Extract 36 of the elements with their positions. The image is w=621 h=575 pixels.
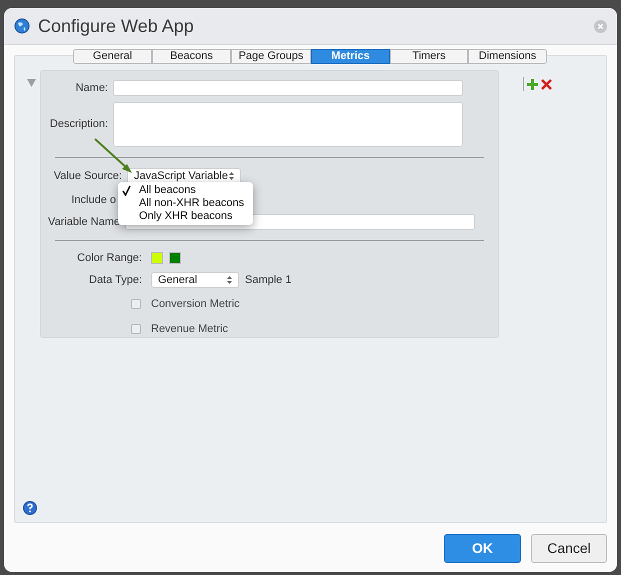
tab[interactable]: Beacons: [152, 49, 231, 64]
help-icon[interactable]: [23, 501, 37, 515]
menu-item[interactable]: All beacons: [118, 184, 253, 197]
color-swatch[interactable]: [151, 252, 163, 264]
field-label: Name:: [74, 81, 109, 96]
menu-item[interactable]: All non-XHR beacons: [118, 197, 253, 210]
add-icon[interactable]: [527, 78, 538, 90]
window-title: Configure Web App: [38, 14, 194, 38]
cancel-button[interactable]: Cancel: [531, 534, 607, 563]
delete-icon[interactable]: [541, 78, 552, 90]
checkbox[interactable]: [131, 298, 141, 309]
sample-label: Sample 1: [245, 273, 292, 288]
globe-icon: [14, 18, 30, 34]
field-label: Variable Name: [47, 215, 121, 230]
field-label: Include o: [70, 193, 117, 208]
tab[interactable]: Page Groups: [231, 49, 311, 64]
tab[interactable]: General: [73, 49, 152, 64]
checkbox-label: Revenue Metric: [151, 322, 228, 337]
field-label: Color Range:: [76, 252, 143, 264]
field-label: Data Type:: [88, 273, 143, 288]
name-field[interactable]: [113, 80, 463, 96]
collapse-triangle-icon[interactable]: [27, 79, 36, 87]
tab[interactable]: Dimensions: [468, 49, 547, 64]
color-swatch[interactable]: [169, 252, 181, 264]
tab[interactable]: Timers: [390, 49, 468, 64]
data-type-select[interactable]: General: [151, 272, 239, 288]
field-label: Description:: [48, 117, 109, 132]
stepper-icon: [229, 172, 234, 180]
menu-item[interactable]: Only XHR beacons: [118, 210, 253, 223]
checkbox[interactable]: [131, 324, 141, 334]
description-field[interactable]: [113, 102, 463, 147]
tab[interactable]: Metrics: [311, 49, 390, 64]
checkbox-label: Conversion Metric: [151, 296, 240, 312]
close-icon[interactable]: [594, 20, 607, 32]
stepper-icon: [227, 276, 232, 284]
field-label: Value Source:: [52, 169, 123, 184]
